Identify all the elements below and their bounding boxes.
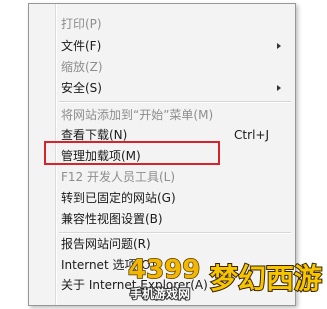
highlight-annotation-box bbox=[44, 141, 220, 165]
menu-item-add-to-start[interactable]: 将网站添加到“开始”菜单(M) bbox=[61, 105, 287, 125]
watermark-subtitle: 手机游戏网 bbox=[130, 286, 190, 301]
menu-item-file[interactable]: 文件(F) bbox=[61, 36, 287, 56]
submenu-arrow-icon bbox=[277, 85, 281, 91]
menu-item-compat-view[interactable]: 兼容性视图设置(B) bbox=[61, 209, 287, 229]
menu-item-label: F12 开发人员工具(L) bbox=[61, 170, 176, 184]
menu-item-label: 缩放(Z) bbox=[61, 60, 103, 74]
menu-item-label: 将网站添加到“开始”菜单(M) bbox=[61, 108, 214, 122]
menu-item-f12-dev-tools[interactable]: F12 开发人员工具(L) bbox=[61, 167, 287, 187]
menu-item-shortcut: Ctrl+J bbox=[234, 128, 269, 142]
menu-separator bbox=[59, 101, 291, 103]
menu-item-label: 安全(S) bbox=[61, 81, 102, 95]
menu-item-safety[interactable]: 安全(S) bbox=[61, 78, 287, 98]
watermark-number: 4399 bbox=[128, 255, 200, 285]
menu-item-pinned-sites[interactable]: 转到已固定的网站(G) bbox=[61, 188, 287, 208]
menu-item-zoom[interactable]: 缩放(Z) bbox=[61, 57, 287, 77]
menu-item-label: 文件(F) bbox=[61, 39, 102, 53]
menu-item-label: 兼容性视图设置(B) bbox=[61, 212, 163, 226]
menu-item-label: 打印(P) bbox=[61, 17, 102, 31]
menu-item-print[interactable]: 打印(P) bbox=[61, 14, 287, 34]
site-watermark-logo: 4399 手机游戏网 梦幻西游 bbox=[127, 254, 323, 302]
watermark-game-logo: 梦幻西游 bbox=[210, 262, 322, 295]
submenu-arrow-icon bbox=[277, 43, 281, 49]
menu-item-label: 转到已固定的网站(G) bbox=[61, 191, 176, 205]
